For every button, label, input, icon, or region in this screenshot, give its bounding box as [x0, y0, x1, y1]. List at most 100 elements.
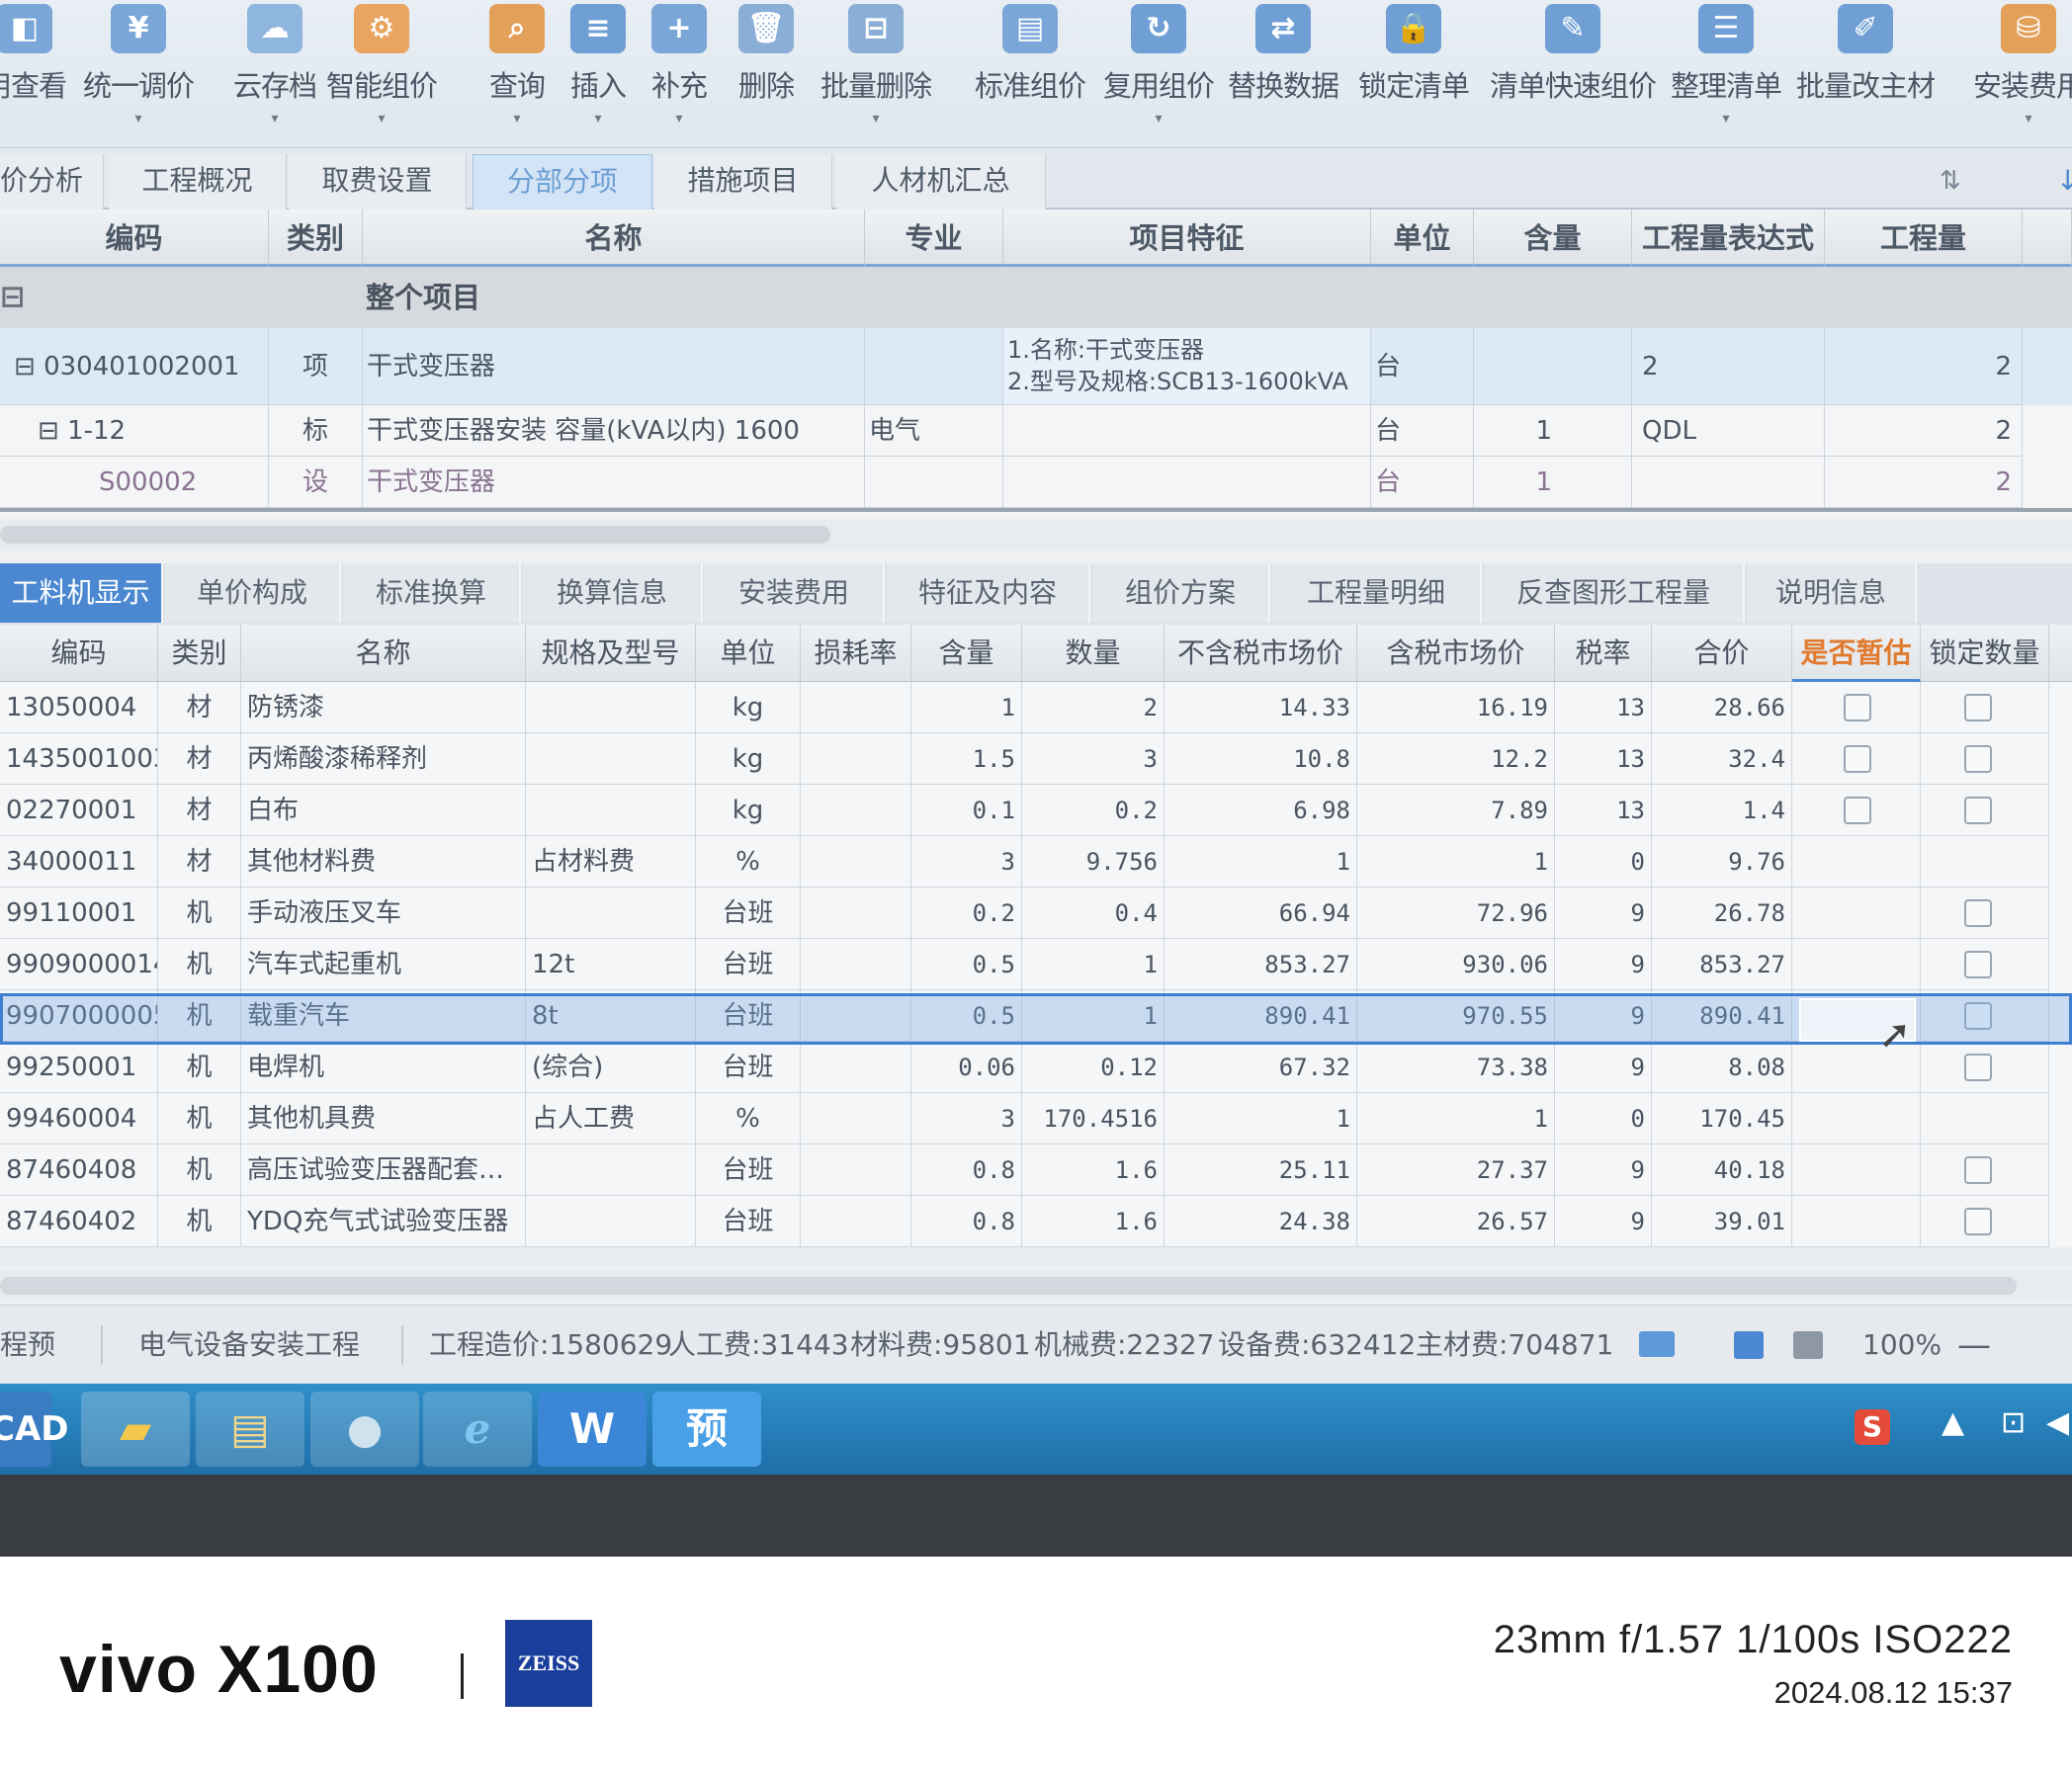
- tab-quantity-detail[interactable]: 工程量明细: [1272, 563, 1482, 623]
- cell-unit[interactable]: kg: [696, 785, 801, 836]
- cell-total[interactable]: 1.4: [1652, 785, 1792, 836]
- cell-total[interactable]: 28.66: [1652, 682, 1792, 733]
- col-header-type[interactable]: 类别: [269, 210, 363, 267]
- col-header-code[interactable]: 编码: [0, 625, 158, 682]
- col-header-name[interactable]: 名称: [241, 625, 526, 682]
- col-header-price-in-tax[interactable]: 含税市场价: [1357, 625, 1555, 682]
- cell-price-ex[interactable]: 6.98: [1165, 785, 1357, 836]
- cell-unit[interactable]: %: [696, 1093, 801, 1144]
- tab-description[interactable]: 说明信息: [1747, 563, 1917, 623]
- row-quantity[interactable]: 2: [1825, 328, 2023, 405]
- toolbar-price-adjust-button[interactable]: ¥ 统一调价 ▾: [79, 0, 198, 148]
- cell-estimate[interactable]: [1792, 939, 1921, 990]
- cell-name[interactable]: 汽车式起重机: [241, 939, 526, 990]
- zoom-out-icon[interactable]: —: [1957, 1306, 1991, 1385]
- tab-pricing-plan[interactable]: 组价方案: [1092, 563, 1270, 623]
- cell-price-ex[interactable]: 66.94: [1165, 888, 1357, 939]
- cell-qty[interactable]: 9.756: [1022, 836, 1165, 888]
- cell-type[interactable]: 材: [158, 733, 241, 785]
- cell-code[interactable]: 1435001003: [0, 733, 158, 785]
- cell-price-ex[interactable]: 25.11: [1165, 1144, 1357, 1196]
- col-header-tax-rate[interactable]: 税率: [1555, 625, 1652, 682]
- cell-code[interactable]: 99460004: [0, 1093, 158, 1144]
- cell-total[interactable]: 26.78: [1652, 888, 1792, 939]
- budget-app-button[interactable]: 预: [652, 1392, 761, 1467]
- cell-tax[interactable]: 9: [1555, 939, 1652, 990]
- lock-checkbox[interactable]: [1964, 899, 1992, 927]
- cell-model[interactable]: [526, 888, 696, 939]
- toolbar-smart-pricing-button[interactable]: ⚙ 智能组价 ▾: [322, 0, 441, 148]
- lock-checkbox[interactable]: [1964, 951, 1992, 978]
- cell-content[interactable]: 0.1: [911, 785, 1022, 836]
- cell-qty[interactable]: 1: [1022, 939, 1165, 990]
- col-header-features[interactable]: 项目特征: [1003, 210, 1371, 267]
- collapse-icon[interactable]: ⊟: [0, 267, 25, 328]
- cad-app-button[interactable]: CAD: [0, 1392, 69, 1467]
- toolbar-view-button[interactable]: ◧用查看: [0, 0, 69, 148]
- cell-loss[interactable]: [801, 1196, 911, 1247]
- tab-fee-settings[interactable]: 取费设置: [289, 154, 467, 210]
- cell-model[interactable]: [526, 682, 696, 733]
- cell-tax[interactable]: 0: [1555, 1093, 1652, 1144]
- cell-model[interactable]: 占人工费: [526, 1093, 696, 1144]
- cell-type[interactable]: 机: [158, 888, 241, 939]
- cell-loss[interactable]: [801, 733, 911, 785]
- cell-estimate[interactable]: [1792, 1144, 1921, 1196]
- cell-type[interactable]: 机: [158, 1144, 241, 1196]
- collapse-icon[interactable]: ⊟: [38, 416, 67, 446]
- cell-name[interactable]: YDQ充气式试验变压器: [241, 1196, 526, 1247]
- cell-price-in[interactable]: 1: [1357, 1093, 1555, 1144]
- cell-loss[interactable]: [801, 1144, 911, 1196]
- toolbar-delete-button[interactable]: 🗑 删除: [732, 0, 801, 148]
- cell-content[interactable]: 0.5: [911, 939, 1022, 990]
- cell-code[interactable]: 99250001: [0, 1042, 158, 1093]
- row-quantity[interactable]: 2: [1825, 457, 2023, 508]
- lower-scrollbar-track[interactable]: [0, 1271, 2072, 1301]
- cell-tax[interactable]: 13: [1555, 785, 1652, 836]
- cell-unit[interactable]: kg: [696, 733, 801, 785]
- cell-price-ex[interactable]: 1: [1165, 836, 1357, 888]
- lock-checkbox[interactable]: [1964, 1208, 1992, 1235]
- cell-model[interactable]: (综合): [526, 1042, 696, 1093]
- cell-model[interactable]: 占材料费: [526, 836, 696, 888]
- network-icon[interactable]: ⊡: [2001, 1405, 2026, 1440]
- cell-type[interactable]: 机: [158, 939, 241, 990]
- estimate-checkbox[interactable]: [1844, 694, 1871, 721]
- col-header-unit[interactable]: 单位: [696, 625, 801, 682]
- cell-loss[interactable]: [801, 1042, 911, 1093]
- lock-checkbox[interactable]: [1964, 797, 1992, 824]
- cell-name[interactable]: 白布: [241, 785, 526, 836]
- col-header-unit[interactable]: 单位: [1371, 210, 1474, 267]
- col-header-specialty[interactable]: 专业: [865, 210, 1003, 267]
- cell-unit[interactable]: 台班: [696, 939, 801, 990]
- cell-unit[interactable]: 台班: [696, 1144, 801, 1196]
- cell-estimate[interactable]: [1792, 1093, 1921, 1144]
- ime-icon[interactable]: S: [1855, 1409, 1890, 1445]
- cell-price-in[interactable]: 1: [1357, 836, 1555, 888]
- cell-loss[interactable]: [801, 1093, 911, 1144]
- cell-code[interactable]: 13050004: [0, 682, 158, 733]
- cell-qty[interactable]: 2: [1022, 682, 1165, 733]
- tab-graphic-quantity[interactable]: 反查图形工程量: [1484, 563, 1745, 623]
- col-header-content[interactable]: 含量: [911, 625, 1022, 682]
- row-expression[interactable]: [1632, 457, 1825, 508]
- cell-lock-qty[interactable]: [1921, 836, 2049, 888]
- cell-content[interactable]: 3: [911, 836, 1022, 888]
- toolbar-cloud-save-button[interactable]: ☁ 云存档 ▾: [225, 0, 324, 148]
- cell-content[interactable]: 0.06: [911, 1042, 1022, 1093]
- estimate-checkbox[interactable]: [1844, 797, 1871, 824]
- cell-tax[interactable]: 9: [1555, 1144, 1652, 1196]
- cell-type[interactable]: 材: [158, 785, 241, 836]
- tab-install-fee[interactable]: 安装费用: [705, 563, 885, 623]
- cell-tax[interactable]: 13: [1555, 682, 1652, 733]
- cell-type[interactable]: 机: [158, 1196, 241, 1247]
- files-app-button[interactable]: ▤: [196, 1392, 304, 1467]
- cell-price-ex[interactable]: 853.27: [1165, 939, 1357, 990]
- cell-name[interactable]: 高压试验变压器配套…: [241, 1144, 526, 1196]
- cell-estimate[interactable]: [1792, 836, 1921, 888]
- cell-total[interactable]: 8.08: [1652, 1042, 1792, 1093]
- cell-name[interactable]: 其他材料费: [241, 836, 526, 888]
- toolbar-supplement-button[interactable]: + 补充 ▾: [645, 0, 714, 148]
- col-header-total[interactable]: 合价: [1652, 625, 1792, 682]
- toolbar-organize-list-button[interactable]: ☰ 整理清单 ▾: [1667, 0, 1785, 148]
